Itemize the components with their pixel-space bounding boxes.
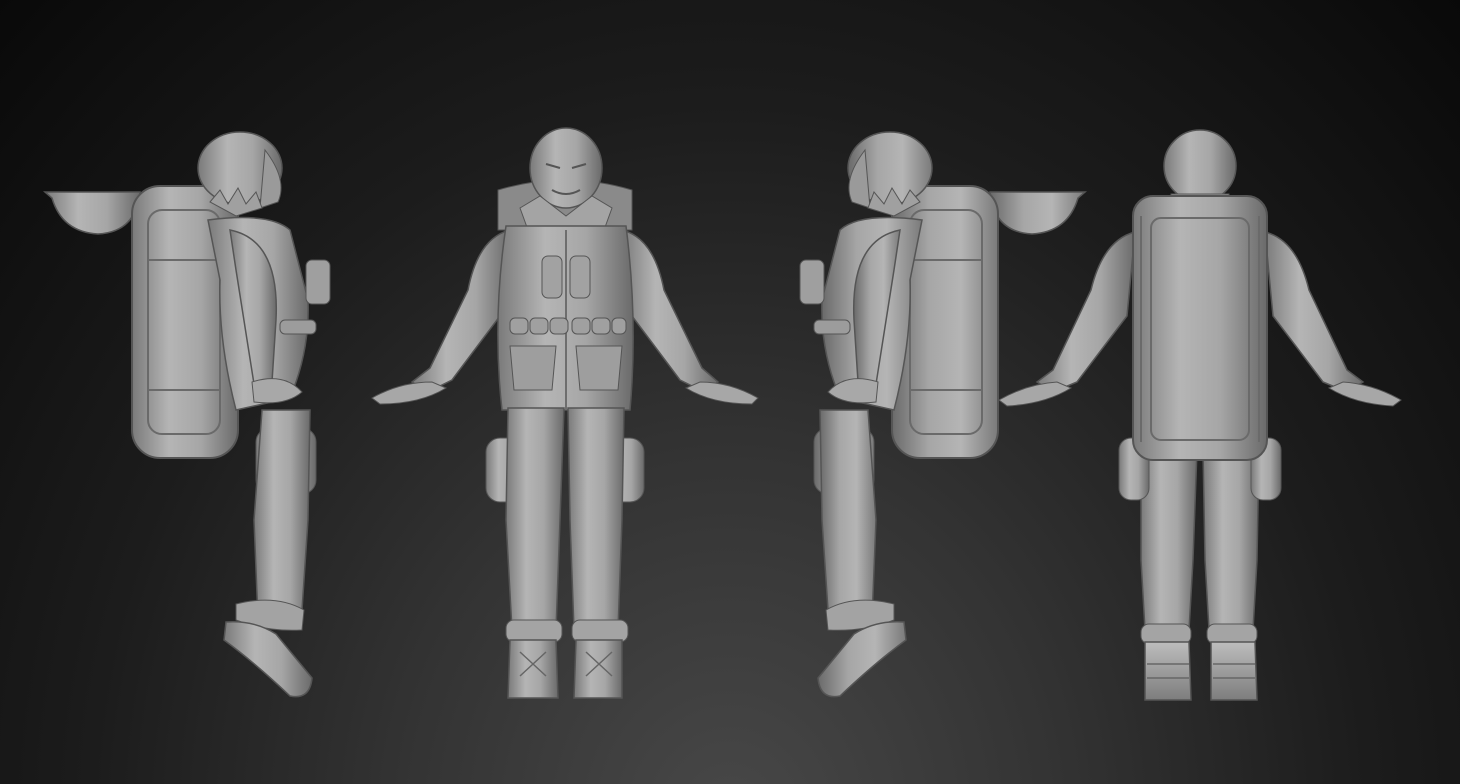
figure-back (995, 120, 1405, 720)
figure-side-left (40, 120, 360, 720)
viewport (0, 0, 1460, 784)
figure-front-icon (371, 127, 759, 699)
figure-side-icon (42, 131, 331, 698)
figure-back-icon (998, 129, 1402, 701)
figure-front (360, 120, 770, 720)
